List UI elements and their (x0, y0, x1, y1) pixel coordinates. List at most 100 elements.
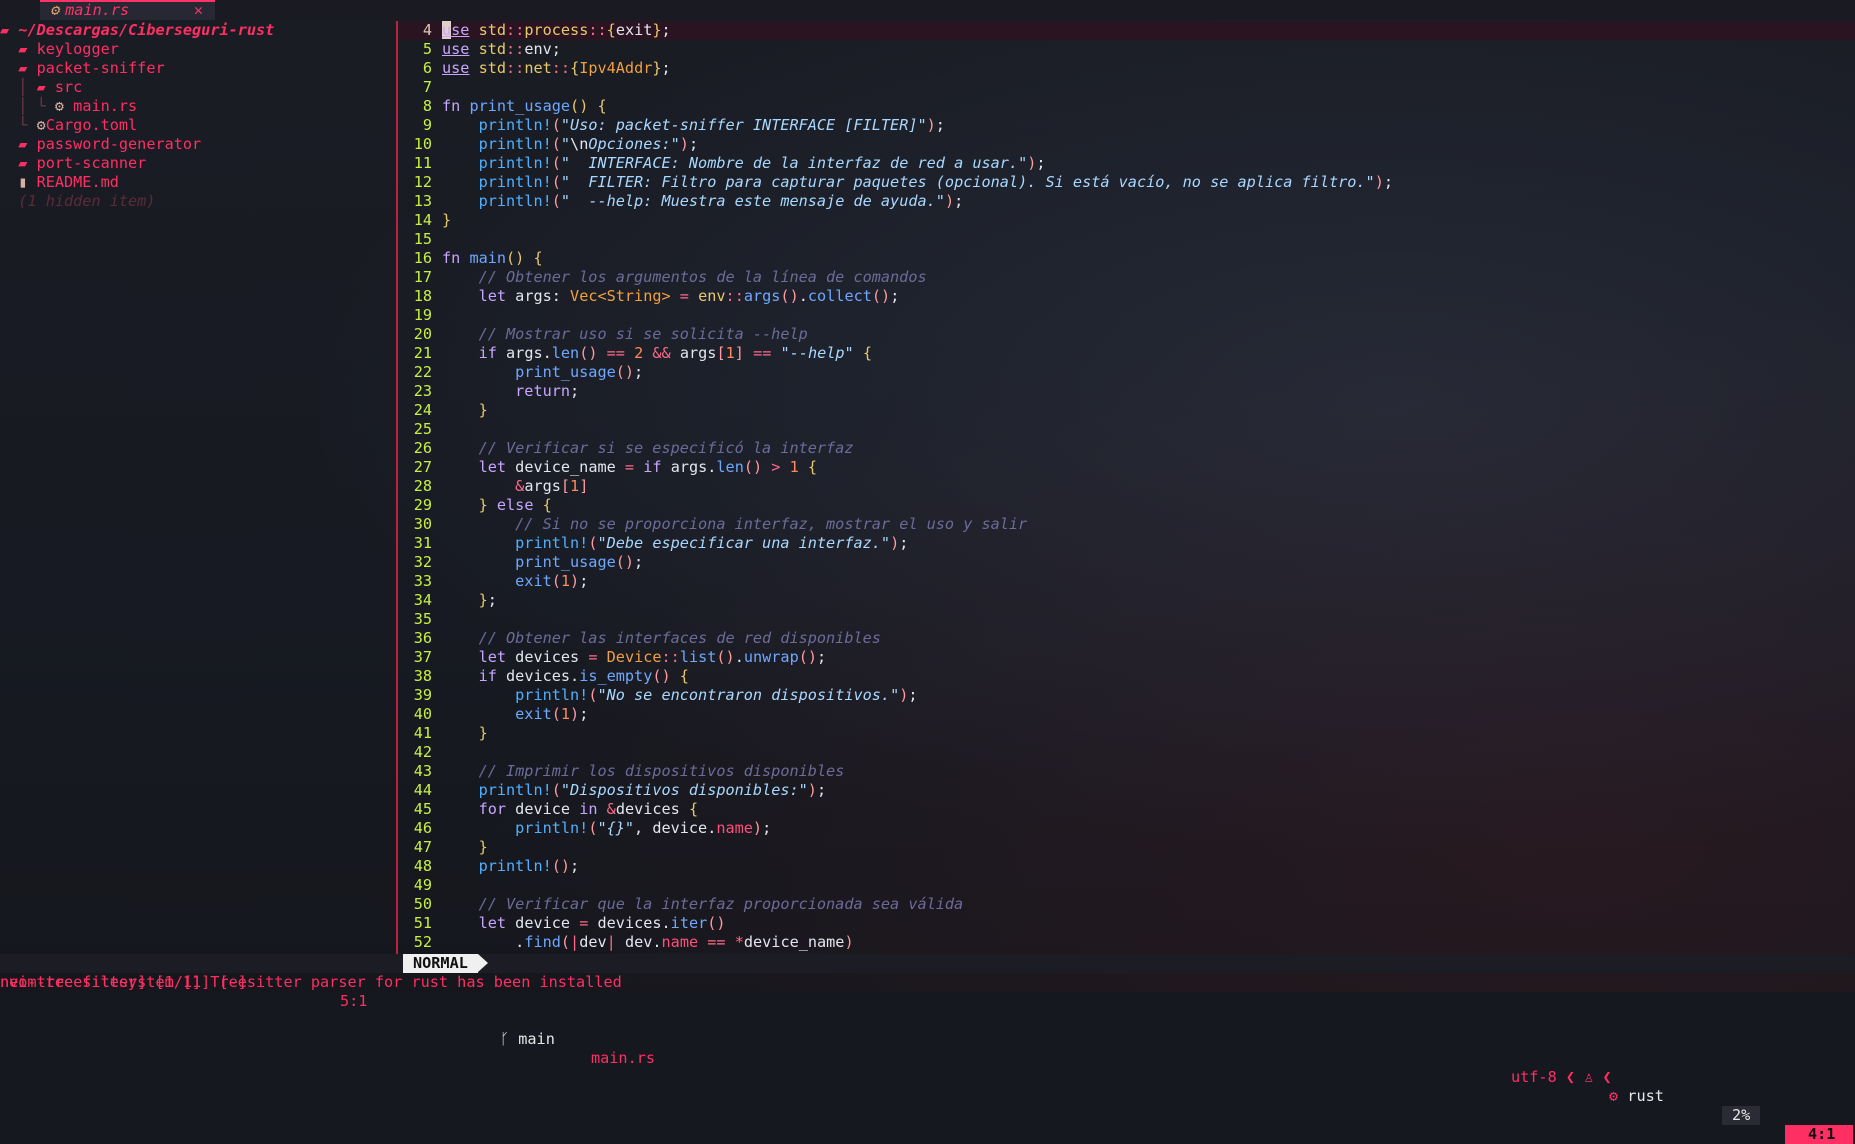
tree-item-packet-sniffer[interactable]: ▰ packet-sniffer (0, 59, 395, 78)
code-line[interactable]: 34 }; (399, 591, 1855, 610)
line-number: 40 (413, 705, 432, 723)
tree-item-label: src (54, 78, 83, 96)
code-line[interactable]: 50 // Verificar que la interfaz proporci… (399, 895, 1855, 914)
git-branch-icon: ᚴ (500, 1030, 519, 1048)
tree-item-label: README.md (36, 173, 119, 191)
code-line[interactable]: 49 (399, 876, 1855, 895)
line-number: 49 (413, 876, 432, 894)
code-line[interactable]: 8 fn print_usage() { (399, 97, 1855, 116)
code-line[interactable]: 35 (399, 610, 1855, 629)
line-number: 27 (413, 458, 432, 476)
tree-item-cargo-toml[interactable]: └ ⚙Cargo.toml (0, 116, 395, 135)
code-line[interactable]: 33 exit(1); (399, 572, 1855, 591)
tree-item-label: Cargo.toml (45, 116, 138, 134)
line-number: 5 (422, 40, 432, 58)
code-line[interactable]: 16 fn main() { (399, 249, 1855, 268)
chevron-left-icon: ❮ (1565, 1068, 1576, 1086)
code-line[interactable]: 38 if devices.is_empty() { (399, 667, 1855, 686)
code-line[interactable]: 48 println!(); (399, 857, 1855, 876)
code-line[interactable]: 21 if args.len() == 2 && args[1] == "--h… (399, 344, 1855, 363)
line-number: 23 (413, 382, 432, 400)
tree-item-label: packet-sniffer (36, 59, 165, 77)
line-number: 41 (413, 724, 432, 742)
line-number: 36 (413, 629, 432, 647)
tree-item-password-generator[interactable]: ▰ password-generator (0, 135, 395, 154)
code-line[interactable]: 12 println!(" FILTER: Filtro para captur… (399, 173, 1855, 192)
close-icon[interactable]: ✕ (194, 2, 203, 19)
line-number: 16 (413, 249, 432, 267)
code-line[interactable]: 29 } else { (399, 496, 1855, 515)
line-number: 19 (413, 306, 432, 324)
line-number: 10 (413, 135, 432, 153)
code-line[interactable]: 22 print_usage(); (399, 363, 1855, 382)
code-line[interactable]: 47 } (399, 838, 1855, 857)
tree-item-port-scanner[interactable]: ▰ port-scanner (0, 154, 395, 173)
tree-item-src[interactable]: │ ▰ src (0, 78, 395, 97)
code-line[interactable]: 7 (399, 78, 1855, 97)
neo-tree-sidebar: ▰ ~/Descargas/Ciberseguri-rust ▰ keylogg… (0, 21, 395, 954)
tree-hidden-items[interactable]: (1 hidden item) (0, 192, 395, 211)
code-line[interactable]: 40 exit(1); (399, 705, 1855, 724)
mode-indicator: NORMAL (403, 954, 488, 973)
line-number: 25 (413, 420, 432, 438)
tab-main-rs[interactable]: ⚙ main.rs ✕ (40, 0, 215, 20)
code-line[interactable]: 51 let device = devices.iter() (399, 914, 1855, 933)
line-number: 38 (413, 667, 432, 685)
tabline: ⚙ main.rs ✕ (0, 0, 1855, 20)
code-line[interactable]: 19 (399, 306, 1855, 325)
code-line[interactable]: 9 println!("Uso: packet-sniffer INTERFAC… (399, 116, 1855, 135)
code-line[interactable]: 31 println!("Debe especificar una interf… (399, 534, 1855, 553)
linux-icon: ♙ (1584, 1068, 1594, 1086)
line-number: 39 (413, 686, 432, 704)
code-line[interactable]: 14} (399, 211, 1855, 230)
code-line[interactable]: 6 use std::net::{Ipv4Addr}; (399, 59, 1855, 78)
code-line[interactable]: 45 for device in &devices { (399, 800, 1855, 819)
code-line[interactable]: 42 (399, 743, 1855, 762)
line-number: 30 (413, 515, 432, 533)
code-line[interactable]: 41 } (399, 724, 1855, 743)
code-line[interactable]: 43 // Imprimir los dispositivos disponib… (399, 762, 1855, 781)
code-line[interactable]: 30 // Si no se proporciona interfaz, mos… (399, 515, 1855, 534)
code-line[interactable]: 17 // Obtener los argumentos de la línea… (399, 268, 1855, 287)
code-line[interactable]: 36 // Obtener las interfaces de red disp… (399, 629, 1855, 648)
code-line[interactable]: 24 } (399, 401, 1855, 420)
line-number: 45 (413, 800, 432, 818)
line-number: 32 (413, 553, 432, 571)
message-line: nvim-treesitter] [1/1] Treesitter parser… (0, 973, 622, 991)
code-line[interactable]: 28 &args[1] (399, 477, 1855, 496)
tree-item-main-rs[interactable]: │ └ ⚙ main.rs (0, 97, 395, 116)
code-line[interactable]: 20 // Mostrar uso si se solicita --help (399, 325, 1855, 344)
code-line[interactable]: 5 use std::env; (399, 40, 1855, 59)
code-line[interactable]: 39 println!("No se encontraron dispositi… (399, 686, 1855, 705)
rust-icon: ⚙ (1609, 1087, 1628, 1105)
rust-icon: ⚙ (50, 1, 60, 19)
code-line[interactable]: 52 .find(|dev| dev.name == *device_name) (399, 933, 1855, 952)
code-line[interactable]: 10 println!("\nOpciones:"); (399, 135, 1855, 154)
code-line[interactable]: 15 (399, 230, 1855, 249)
code-line[interactable]: 26 // Verificar si se especificó la inte… (399, 439, 1855, 458)
status-left-position: 5:1 (340, 992, 368, 1010)
code-line[interactable]: 32 print_usage(); (399, 553, 1855, 572)
code-line[interactable]: 44 println!("Dispositivos disponibles:")… (399, 781, 1855, 800)
tree-hidden-label: (1 hidden item) (18, 192, 156, 210)
code-line[interactable]: 13 println!(" --help: Muestra este mensa… (399, 192, 1855, 211)
line-number: 21 (413, 344, 432, 362)
code-line[interactable]: 25 (399, 420, 1855, 439)
tree-root[interactable]: ▰ ~/Descargas/Ciberseguri-rust (0, 21, 395, 40)
tree-item-keylogger[interactable]: ▰ keylogger (0, 40, 395, 59)
line-number: 22 (413, 363, 432, 381)
tree-item-label: password-generator (36, 135, 202, 153)
folder-open-icon: ▰ (18, 59, 37, 77)
git-branch: ᚴ main (500, 1030, 555, 1049)
code-line[interactable]: 27 let device_name = if args.len() > 1 { (399, 458, 1855, 477)
code-line[interactable]: 4 use std::process::{exit}; (399, 21, 1855, 40)
code-line[interactable]: 23 return; (399, 382, 1855, 401)
tab-label: main.rs (65, 1, 130, 19)
tree-item-readme[interactable]: ▮ README.md (0, 173, 395, 192)
code-editor[interactable]: 4 use std::process::{exit}; 5 use std::env… (399, 21, 1855, 954)
code-line[interactable]: 37 let devices = Device::list().unwrap()… (399, 648, 1855, 667)
code-line[interactable]: 46 println!("{}", device.name); (399, 819, 1855, 838)
folder-icon: ▰ (18, 154, 37, 172)
code-line[interactable]: 18 let args: Vec<String> = env::args().c… (399, 287, 1855, 306)
code-line[interactable]: 11 println!(" INTERFACE: Nombre de la in… (399, 154, 1855, 173)
